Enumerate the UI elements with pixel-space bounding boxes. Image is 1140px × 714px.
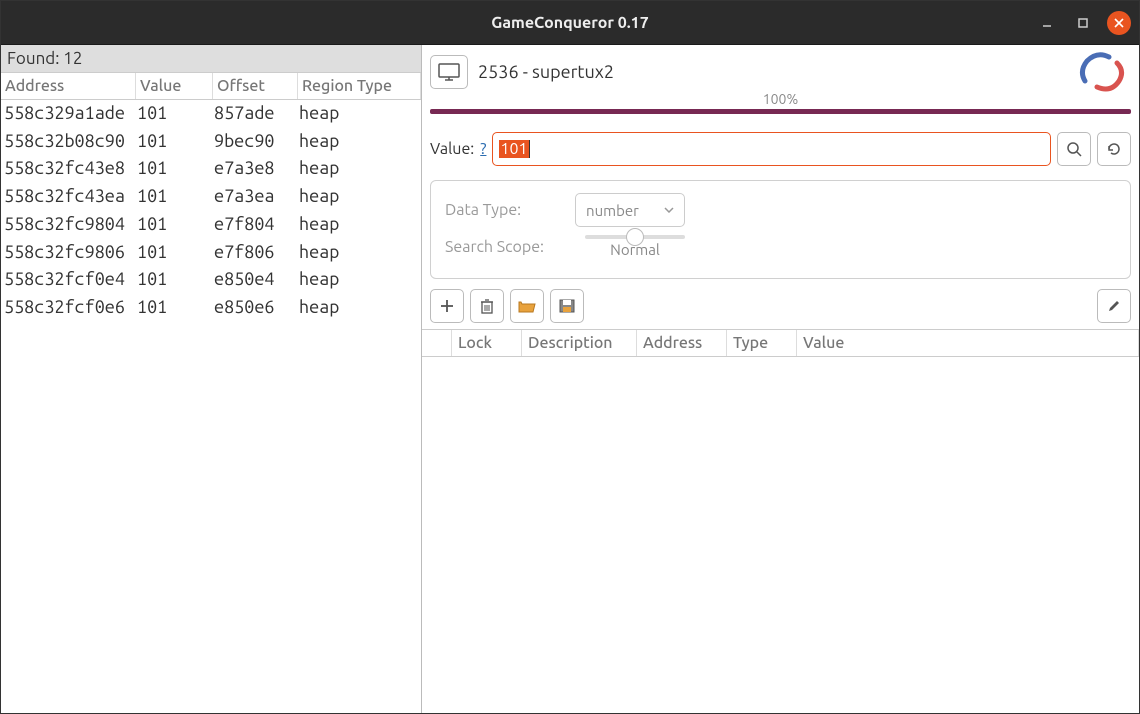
search-options: Data Type: number Search Scope: Norma — [430, 180, 1131, 279]
cell-region: heap — [299, 294, 421, 322]
cheat-list-header: Lock Description Address Type Value — [422, 329, 1139, 357]
reset-button[interactable] — [1097, 132, 1131, 166]
cheat-header-type[interactable]: Type — [727, 330, 797, 356]
cheat-header-value[interactable]: Value — [797, 330, 1139, 356]
value-help-link[interactable]: ? — [480, 140, 486, 158]
app-window: GameConqueror 0.17 Found: 12 Address Val… — [0, 0, 1140, 714]
search-button[interactable] — [1057, 132, 1091, 166]
process-row: 2536 - supertux2 — [430, 51, 1131, 93]
save-icon — [559, 299, 575, 313]
chevron-down-icon — [664, 207, 674, 213]
value-row: Value: ? 101 — [430, 132, 1131, 166]
value-input[interactable]: 101 — [492, 132, 1051, 166]
cell-value: 101 — [137, 294, 214, 322]
plus-icon — [440, 299, 454, 313]
titlebar: GameConqueror 0.17 — [1, 1, 1139, 45]
cell-offset: e7a3ea — [214, 183, 299, 211]
cell-value: 101 — [137, 128, 214, 156]
cheat-toolbar — [430, 289, 1131, 323]
select-process-button[interactable] — [430, 55, 468, 89]
delete-cheat-button[interactable] — [470, 289, 504, 323]
add-cheat-button[interactable] — [430, 289, 464, 323]
progress-bar: 100% — [430, 109, 1131, 114]
save-cheat-button[interactable] — [550, 289, 584, 323]
cell-address: 558c329a1ade — [4, 100, 137, 128]
header-region[interactable]: Region Type — [298, 73, 421, 99]
result-row[interactable]: 558c32fc43ea101e7a3eaheap — [1, 183, 421, 211]
app-logo — [1077, 51, 1127, 93]
cell-value: 101 — [137, 183, 214, 211]
pencil-icon — [1107, 299, 1121, 313]
content-area: Found: 12 Address Value Offset Region Ty… — [1, 45, 1139, 713]
cell-address: 558c32fc9806 — [4, 239, 137, 267]
trash-icon — [480, 298, 494, 314]
monitor-icon — [438, 63, 460, 81]
result-row[interactable]: 558c32b08c901019bec90heap — [1, 128, 421, 156]
value-label: Value: — [430, 140, 474, 158]
cell-offset: e7f804 — [214, 211, 299, 239]
result-row[interactable]: 558c32fc9806101e7f806heap — [1, 239, 421, 267]
result-row[interactable]: 558c32fcf0e4101e850e4heap — [1, 266, 421, 294]
cell-value: 101 — [137, 100, 214, 128]
cell-region: heap — [299, 266, 421, 294]
cell-value: 101 — [137, 155, 214, 183]
cell-offset: 9bec90 — [214, 128, 299, 156]
cell-value: 101 — [137, 239, 214, 267]
cell-value: 101 — [137, 266, 214, 294]
cheat-header-lock[interactable]: Lock — [452, 330, 522, 356]
cell-offset: 857ade — [214, 100, 299, 128]
scope-slider[interactable] — [585, 235, 685, 239]
cell-offset: e7f806 — [214, 239, 299, 267]
results-pane: Found: 12 Address Value Offset Region Ty… — [1, 45, 422, 713]
cell-address: 558c32fc43e8 — [4, 155, 137, 183]
cell-value: 101 — [137, 211, 214, 239]
scope-label: Search Scope: — [445, 238, 555, 256]
memory-editor-button[interactable] — [1097, 289, 1131, 323]
progress-text: 100% — [763, 91, 798, 107]
window-controls — [1035, 11, 1131, 35]
cell-offset: e850e6 — [214, 294, 299, 322]
cheat-header-address[interactable]: Address — [637, 330, 727, 356]
cell-region: heap — [299, 100, 421, 128]
result-row[interactable]: 558c32fcf0e6101e850e6heap — [1, 294, 421, 322]
datatype-select[interactable]: number — [575, 193, 685, 227]
result-row[interactable]: 558c329a1ade101857adeheap — [1, 100, 421, 128]
cell-address: 558c32fcf0e6 — [4, 294, 137, 322]
window-title: GameConqueror 0.17 — [491, 14, 648, 32]
result-row[interactable]: 558c32fc43e8101e7a3e8heap — [1, 155, 421, 183]
cheat-header-description[interactable]: Description — [522, 330, 637, 356]
cell-address: 558c32fc43ea — [4, 183, 137, 211]
cheat-header-blank[interactable] — [422, 330, 452, 356]
results-body[interactable]: 558c329a1ade101857adeheap558c32b08c90101… — [1, 100, 421, 322]
search-pane: 2536 - supertux2 100% Value: ? — [422, 45, 1139, 713]
cell-region: heap — [299, 239, 421, 267]
results-header: Address Value Offset Region Type — [1, 73, 421, 100]
header-address[interactable]: Address — [1, 73, 136, 99]
found-count: Found: 12 — [1, 45, 421, 73]
cell-region: heap — [299, 183, 421, 211]
cell-offset: e850e4 — [214, 266, 299, 294]
refresh-icon — [1106, 141, 1122, 157]
cell-offset: e7a3e8 — [214, 155, 299, 183]
cell-region: heap — [299, 211, 421, 239]
result-row[interactable]: 558c32fc9804101e7f804heap — [1, 211, 421, 239]
header-value[interactable]: Value — [136, 73, 213, 99]
cell-address: 558c32fcf0e4 — [4, 266, 137, 294]
search-icon — [1066, 141, 1082, 157]
open-cheat-button[interactable] — [510, 289, 544, 323]
folder-open-icon — [518, 299, 536, 313]
cell-region: heap — [299, 128, 421, 156]
header-offset[interactable]: Offset — [213, 73, 298, 99]
process-label: 2536 - supertux2 — [478, 62, 614, 82]
cell-address: 558c32b08c90 — [4, 128, 137, 156]
minimize-button[interactable] — [1035, 11, 1059, 35]
cell-address: 558c32fc9804 — [4, 211, 137, 239]
datatype-label: Data Type: — [445, 201, 555, 219]
maximize-button[interactable] — [1071, 11, 1095, 35]
close-button[interactable] — [1107, 11, 1131, 35]
cell-region: heap — [299, 155, 421, 183]
cheat-list-body[interactable] — [422, 357, 1139, 713]
